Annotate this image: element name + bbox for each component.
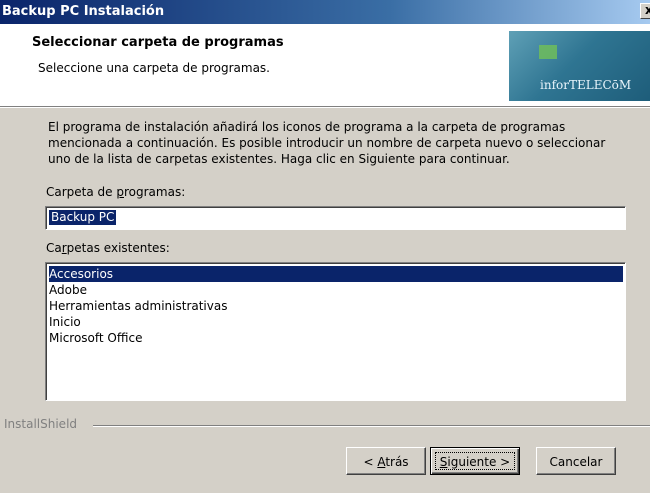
label-text: rogramas: [123,185,186,199]
button-text: < [363,455,378,469]
existing-folders-list[interactable]: Accesorios Adobe Herramientas administra… [45,262,626,401]
wizard-header: Seleccionar carpeta de programas Selecci… [0,24,650,106]
program-folder-input[interactable]: Backup PC [45,206,626,230]
logo-text: inforTELECōM [540,78,632,92]
instructions-text: El programa de instalación añadirá los i… [48,119,638,167]
existing-folders-label: Carpetas existentes: [46,241,170,255]
label-text: Ca [46,241,62,255]
close-button[interactable]: x [640,3,650,19]
title-bar[interactable]: Backup PC Instalación x [0,0,650,24]
instructions-line: El programa de instalación añadirá los i… [48,120,566,134]
installshield-brand: InstallShield [4,417,78,431]
company-logo: inforTELECōM [509,31,650,101]
label-text: Carpeta de [46,185,117,199]
page-title: Seleccionar carpeta de programas [32,35,284,50]
label-mnemonic: p [116,185,124,199]
next-button[interactable]: Siguiente > [430,447,520,475]
program-folder-value: Backup PC [49,210,117,225]
instructions-line: mencionada a continuación. Es posible in… [48,136,606,150]
page-subtitle: Seleccione una carpeta de programas. [38,61,270,75]
list-item[interactable]: Herramientas administrativas [49,298,623,314]
logo-mark-icon [539,45,557,59]
list-item[interactable]: Adobe [49,282,623,298]
list-item[interactable]: Inicio [49,314,623,330]
program-folder-label: Carpeta de programas: [46,185,185,199]
window-title: Backup PC Instalación [2,4,165,19]
close-icon: x [645,3,650,17]
footer-divider-highlight [93,426,650,427]
cancel-button[interactable]: Cancelar [536,447,616,475]
focus-ring [435,452,515,470]
label-text: petas existentes: [66,241,170,255]
back-button[interactable]: < Atrás [346,447,426,475]
list-item[interactable]: Accesorios [49,266,623,282]
instructions-line: uno de la lista de carpetas existentes. … [48,152,510,166]
list-item[interactable]: Microsoft Office [49,330,623,346]
installer-window: Backup PC Instalación x Seleccionar carp… [0,0,650,493]
header-divider-highlight [0,107,650,108]
button-text: trás [385,455,409,469]
